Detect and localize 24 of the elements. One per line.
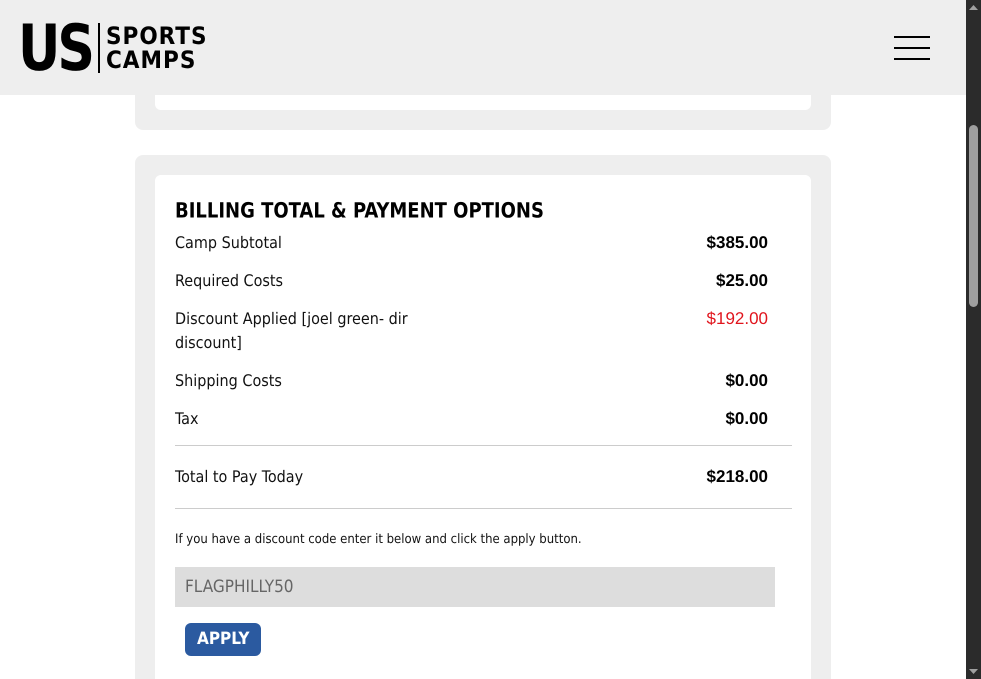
line-label: Tax [175, 408, 200, 430]
discount-hint: If you have a discount code enter it below and click the apply button. [175, 531, 583, 549]
total-amount: $218.00 [706, 466, 768, 488]
scrollbar-thumb[interactable] [969, 125, 978, 307]
line-amount: $25.00 [716, 270, 768, 292]
line-label: Discount Applied [joel green- dir discount] [175, 308, 409, 354]
scroll-up-icon[interactable] [969, 5, 978, 10]
logo-letters: US [18, 16, 92, 80]
scroll-down-icon[interactable] [969, 669, 978, 674]
scrollbar[interactable] [966, 0, 981, 679]
discount-code-field[interactable]: FLAGPHILLY50 [175, 566, 775, 606]
total-label: Total to Pay Today [175, 466, 304, 488]
logo-word: CAMPS [106, 48, 198, 72]
line-label: Required Costs [175, 270, 284, 292]
logo-word: SPORTS [106, 24, 208, 48]
line-amount: $192.00 [706, 308, 768, 330]
line-label: Camp Subtotal [175, 232, 283, 254]
line-amount: $0.00 [725, 370, 768, 392]
line-label: Shipping Costs [175, 370, 283, 392]
section-title: BILLING TOTAL & PAYMENT OPTIONS [175, 196, 545, 224]
menu-button[interactable] [894, 36, 930, 60]
line-amount: $385.00 [706, 232, 768, 254]
apply-button[interactable]: APPLY [185, 622, 262, 656]
line-amount: $0.00 [725, 408, 768, 430]
